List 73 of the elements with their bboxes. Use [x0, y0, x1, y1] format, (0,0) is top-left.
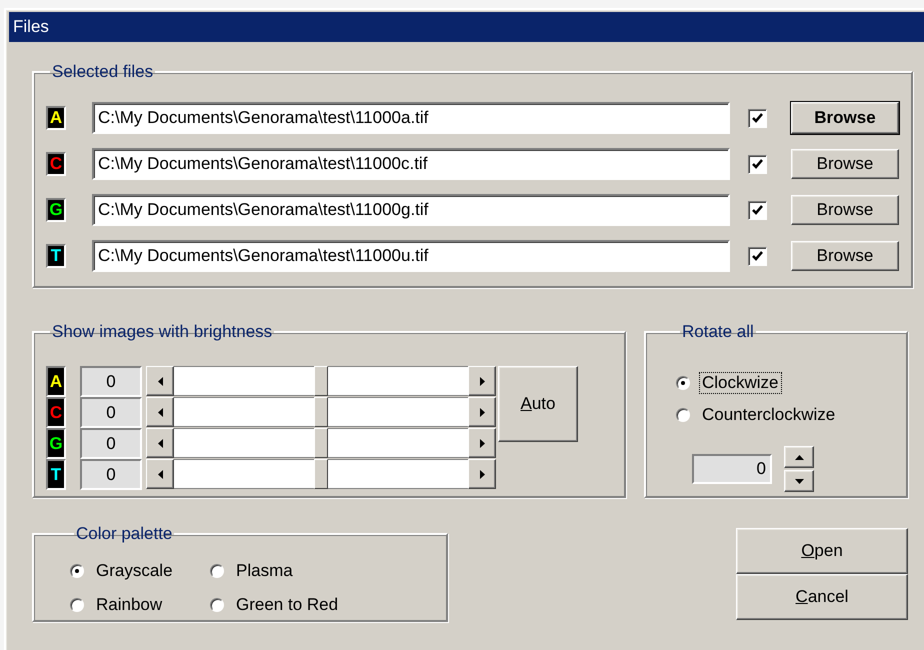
group-title: Rotate all: [682, 322, 754, 341]
file-path-field[interactable]: C:\My Documents\Genorama\test\11000u.tif: [92, 240, 730, 272]
right-arrow-icon: [480, 438, 484, 448]
channel-letter: T: [50, 246, 62, 266]
radio-button[interactable]: [676, 376, 690, 390]
checkbox[interactable]: [748, 108, 767, 128]
slider-thumb[interactable]: [314, 428, 328, 458]
right-arrow-icon: [480, 376, 484, 386]
radio-button[interactable]: [676, 408, 690, 422]
left-arrow-icon: [158, 470, 162, 478]
slider-thumb[interactable]: [314, 459, 328, 489]
brightness-value: 0: [80, 459, 142, 490]
brightness-value: 0: [80, 397, 142, 428]
brightness-value: 0: [80, 366, 142, 397]
angle-field[interactable]: 0: [692, 454, 772, 484]
auto-button[interactable]: Auto: [498, 366, 578, 442]
check-icon: [752, 112, 763, 124]
group-title: Color palette: [76, 524, 172, 543]
channel-letter: C: [50, 402, 62, 422]
brightness-value: 0: [80, 428, 142, 459]
right-arrow-icon: [480, 408, 484, 416]
dialog-button[interactable]: Cancel: [736, 574, 908, 620]
radio-label: Rainbow: [95, 594, 164, 616]
slider-thumb[interactable]: [314, 366, 328, 396]
checkbox[interactable]: [748, 246, 767, 266]
scroll-left-button[interactable]: [146, 366, 174, 396]
check-icon: [752, 204, 763, 216]
channel-letter: A: [50, 372, 62, 392]
spin-down-button[interactable]: [784, 470, 814, 492]
browse-button[interactable]: Browse: [791, 195, 899, 225]
file-path-field[interactable]: C:\My Documents\Genorama\test\11000a.tif: [92, 102, 730, 134]
browse-button[interactable]: Browse: [791, 241, 899, 271]
channel-letter: G: [49, 434, 63, 454]
channel-letter: G: [49, 200, 63, 220]
check-icon: [752, 158, 763, 170]
scroll-right-button[interactable]: [468, 459, 496, 489]
radio-button[interactable]: [70, 564, 84, 578]
up-arrow-icon: [794, 454, 804, 460]
scroll-right-button[interactable]: [468, 397, 496, 427]
down-arrow-icon: [794, 478, 804, 484]
left-arrow-icon: [158, 408, 162, 416]
group-title: Selected files: [52, 62, 154, 81]
group-title: Show images with brightness: [52, 322, 272, 341]
dialog-button[interactable]: Open: [736, 528, 908, 574]
checkbox[interactable]: [748, 154, 767, 174]
channel-letter: T: [50, 464, 62, 484]
browse-button[interactable]: Browse: [791, 149, 899, 179]
file-path-field[interactable]: C:\My Documents\Genorama\test\11000c.tif: [92, 148, 730, 180]
checkbox[interactable]: [748, 200, 767, 220]
scroll-left-button[interactable]: [146, 428, 174, 458]
radio-label: Counterclockwize: [701, 404, 836, 426]
right-arrow-icon: [480, 470, 484, 478]
browse-button[interactable]: Browse: [791, 102, 899, 134]
channel-letter: A: [50, 108, 62, 128]
slider-thumb[interactable]: [314, 397, 328, 427]
radio-label: Plasma: [235, 560, 294, 582]
spin-up-button[interactable]: [784, 446, 814, 468]
channel-letter: C: [50, 154, 62, 174]
radio-label: Grayscale: [95, 560, 174, 582]
window-title: Files: [9, 12, 924, 42]
scroll-right-button[interactable]: [468, 428, 496, 458]
radio-label: Green to Red: [235, 594, 340, 616]
radio-button[interactable]: [210, 564, 224, 578]
left-arrow-icon: [158, 438, 162, 448]
check-icon: [752, 250, 763, 262]
scroll-right-button[interactable]: [468, 366, 496, 396]
left-arrow-icon: [158, 376, 162, 386]
file-path-field[interactable]: C:\My Documents\Genorama\test\11000g.tif: [92, 194, 730, 226]
scroll-left-button[interactable]: [146, 397, 174, 427]
scroll-left-button[interactable]: [146, 459, 174, 489]
radio-label: Clockwize: [699, 372, 782, 394]
radio-button[interactable]: [70, 598, 84, 612]
radio-button[interactable]: [210, 598, 224, 612]
